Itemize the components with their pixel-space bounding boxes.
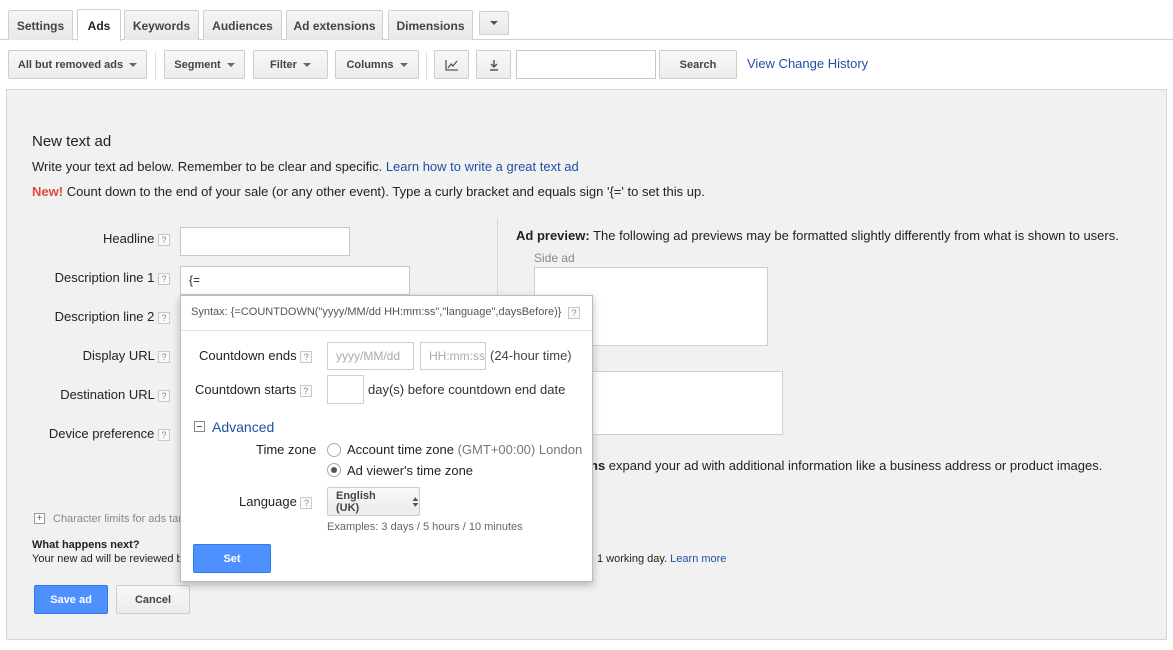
- view-filter-dropdown[interactable]: All but removed ads: [8, 50, 147, 79]
- tab-keywords[interactable]: Keywords: [124, 10, 199, 40]
- new-badge: New!: [32, 184, 64, 199]
- filter-dropdown[interactable]: Filter: [253, 50, 328, 79]
- countdown-date-input[interactable]: yyyy/MM/dd: [327, 342, 414, 370]
- caret-down-icon: [226, 62, 235, 67]
- select-arrows-icon: [412, 496, 419, 507]
- tz-account-radio[interactable]: [327, 443, 341, 457]
- tab-dimensions[interactable]: Dimensions: [388, 10, 473, 40]
- caret-down-icon: [302, 62, 311, 67]
- device-preference-label: Device preference ?: [20, 426, 170, 441]
- character-limits-link[interactable]: Character limits for ads tar: [53, 513, 182, 525]
- caret-down-icon: [399, 62, 408, 67]
- download-button[interactable]: [476, 50, 511, 79]
- cancel-button[interactable]: Cancel: [116, 585, 190, 614]
- toolbar-divider: [426, 52, 427, 80]
- help-icon[interactable]: ?: [158, 273, 170, 285]
- hour-format-note: (24-hour time): [490, 348, 572, 363]
- what-happens-next-heading: What happens next?: [32, 539, 140, 551]
- tab-bar: Settings Ads Keywords Audiences Ad exten…: [0, 0, 1173, 41]
- caret-down-icon: [129, 62, 138, 67]
- help-icon[interactable]: ?: [568, 307, 580, 319]
- days-before-note: day(s) before countdown end date: [368, 382, 566, 397]
- chart-toggle-button[interactable]: [434, 50, 469, 79]
- days-before-input[interactable]: [327, 375, 364, 404]
- review-notice-tail: 1 working day. Learn more: [597, 553, 727, 565]
- destination-url-label: Destination URL ?: [30, 387, 170, 402]
- tab-ad-extensions[interactable]: Ad extensions: [286, 10, 383, 40]
- tab-ads[interactable]: Ads: [77, 9, 121, 41]
- line-chart-icon: [444, 59, 458, 71]
- countdown-notice: New! Count down to the end of your sale …: [32, 184, 705, 199]
- tab-settings[interactable]: Settings: [8, 10, 73, 40]
- help-icon[interactable]: ?: [300, 351, 313, 363]
- tabs-more-button[interactable]: [479, 11, 509, 35]
- tz-account-label: Account time zone (GMT+00:00) London: [347, 442, 583, 457]
- countdown-starts-label: Countdown starts ?: [195, 382, 312, 397]
- countdown-time-input[interactable]: HH:mm:ss: [420, 342, 486, 370]
- page-title: New text ad: [32, 133, 112, 150]
- learn-text-ad-link[interactable]: Learn how to write a great text ad: [386, 159, 579, 174]
- syntax-text: Syntax: {=COUNTDOWN("yyyy/MM/dd HH:mm:ss…: [191, 306, 562, 318]
- help-icon[interactable]: ?: [158, 234, 170, 246]
- side-ad-label: Side ad: [534, 251, 575, 265]
- tz-viewer-label: Ad viewer's time zone: [347, 463, 474, 478]
- description-line-1-input[interactable]: {=: [180, 266, 410, 295]
- view-change-history-link[interactable]: View Change History: [747, 56, 868, 71]
- set-button[interactable]: Set: [193, 544, 271, 573]
- search-button[interactable]: Search: [659, 50, 737, 79]
- language-label: Language ?: [239, 494, 313, 509]
- countdown-popup: Syntax: {=COUNTDOWN("yyyy/MM/dd HH:mm:ss…: [180, 295, 593, 582]
- time-zone-label: Time zone: [256, 442, 317, 457]
- description-line-1-label: Description line 1 ?: [30, 270, 170, 285]
- expand-plus-icon[interactable]: +: [34, 513, 45, 524]
- segment-dropdown[interactable]: Segment: [164, 50, 245, 79]
- headline-label: Headline ?: [30, 231, 170, 246]
- columns-dropdown[interactable]: Columns: [335, 50, 419, 79]
- tz-viewer-radio[interactable]: [327, 463, 341, 477]
- learn-more-link[interactable]: Learn more: [670, 553, 726, 565]
- popup-divider: [181, 330, 592, 331]
- countdown-ends-label: Countdown ends ?: [199, 348, 313, 363]
- intro-text: Write your text ad below. Remember to be…: [32, 159, 579, 174]
- collapse-minus-icon[interactable]: [194, 421, 205, 432]
- headline-input[interactable]: [180, 227, 350, 256]
- description-line-2-label: Description line 2 ?: [30, 309, 170, 324]
- advanced-toggle[interactable]: Advanced: [212, 419, 274, 435]
- chevron-down-icon: [490, 21, 498, 25]
- extensions-note: ns expand your ad with additional inform…: [590, 458, 1103, 473]
- help-icon[interactable]: ?: [299, 385, 312, 397]
- help-icon[interactable]: ?: [158, 429, 170, 441]
- ad-preview-heading: Ad preview: The following ad previews ma…: [516, 228, 1119, 243]
- download-icon: [489, 59, 498, 71]
- help-icon[interactable]: ?: [158, 351, 170, 363]
- toolbar-divider: [155, 52, 156, 80]
- save-ad-button[interactable]: Save ad: [34, 585, 108, 614]
- display-url-label: Display URL ?: [30, 348, 170, 363]
- help-icon[interactable]: ?: [300, 497, 313, 509]
- tab-audiences[interactable]: Audiences: [203, 10, 282, 40]
- search-input[interactable]: [516, 50, 656, 79]
- language-select[interactable]: English (UK): [327, 487, 420, 516]
- help-icon[interactable]: ?: [158, 390, 170, 402]
- language-examples: Examples: 3 days / 5 hours / 10 minutes: [327, 521, 523, 533]
- review-notice: Your new ad will be reviewed b: [32, 553, 183, 565]
- help-icon[interactable]: ?: [158, 312, 170, 324]
